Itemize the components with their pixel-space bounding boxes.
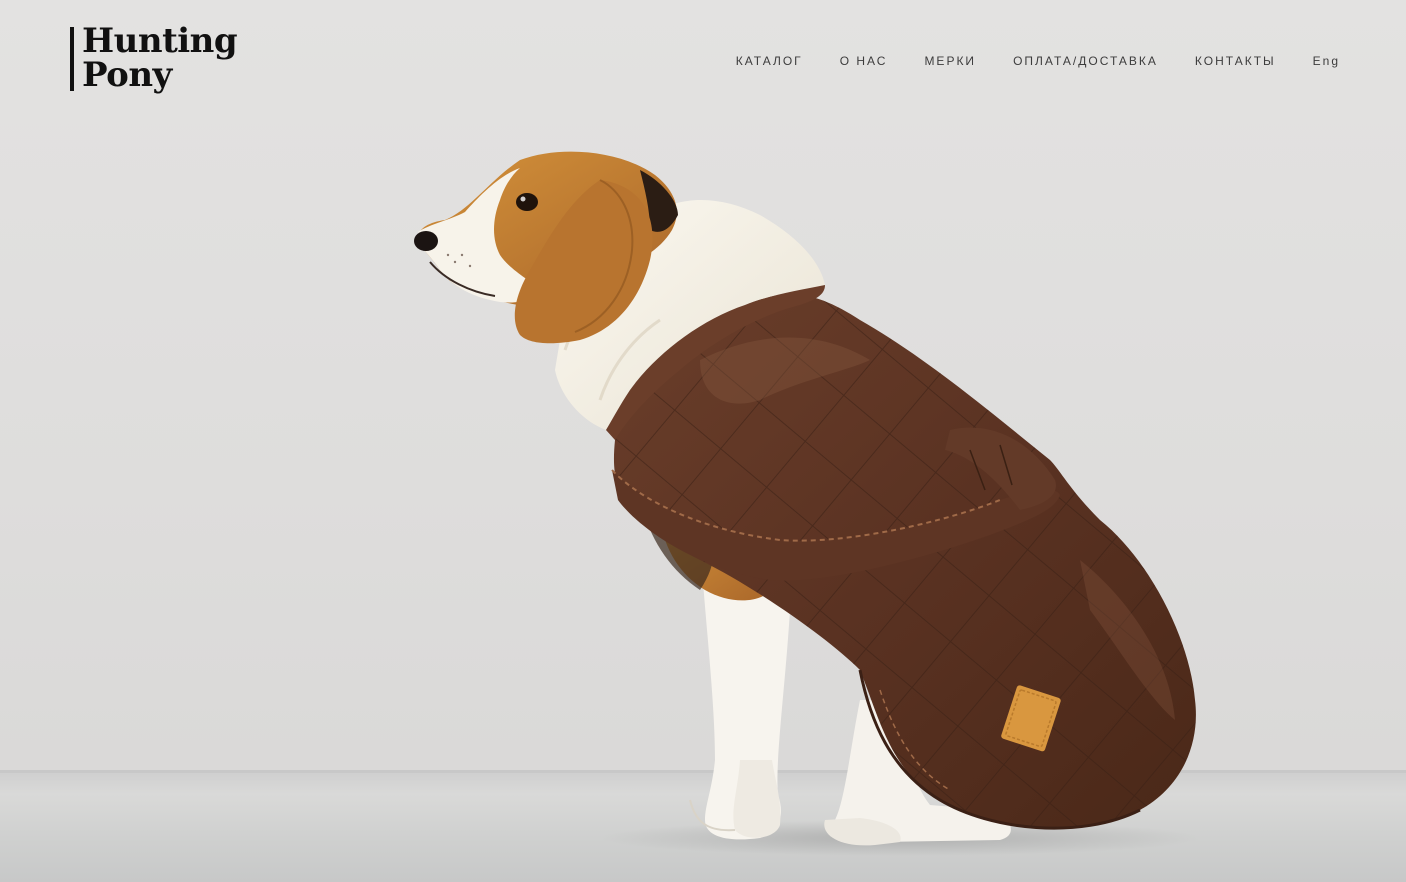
nav-item-about[interactable]: О НАС — [840, 54, 888, 68]
hero-image — [414, 151, 1200, 856]
nav-item-measurements[interactable]: МЕРКИ — [924, 54, 976, 68]
landing-page: Hunting Pony КАТАЛОГ О НАС МЕРКИ ОПЛАТА/… — [0, 0, 1406, 882]
logo-text: Hunting Pony — [82, 21, 238, 95]
nav-item-payment-delivery[interactable]: ОПЛАТА/ДОСТАВКА — [1013, 54, 1158, 68]
brand-logo[interactable]: Hunting Pony — [70, 21, 238, 95]
nav-item-catalog[interactable]: КАТАЛОГ — [736, 54, 803, 68]
nav-item-contacts[interactable]: КОНТАКТЫ — [1195, 54, 1276, 68]
nav-item-language[interactable]: Eng — [1313, 54, 1340, 68]
logo-bar — [70, 27, 74, 91]
logo-line-1: Hunting — [82, 21, 238, 61]
logo-line-2: Pony — [82, 55, 172, 95]
main-nav: КАТАЛОГ О НАС МЕРКИ ОПЛАТА/ДОСТАВКА КОНТ… — [699, 54, 1340, 68]
